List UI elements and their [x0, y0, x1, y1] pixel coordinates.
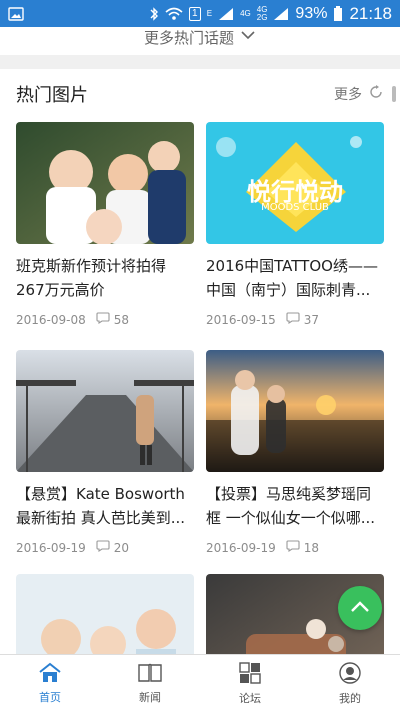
comment-icon [286, 312, 300, 327]
nav-profile-label: 我的 [339, 691, 361, 705]
network-type-e: E [206, 8, 213, 18]
nav-news-label: 新闻 [139, 690, 161, 704]
more-button[interactable]: 更多 [334, 84, 384, 104]
comment-count: 18 [286, 540, 319, 555]
comment-count: 37 [286, 312, 319, 327]
signal-strength-icon [273, 7, 289, 21]
card-title: 【投票】马思纯奚梦瑶同框 一个似仙女一个似哪... [206, 485, 376, 527]
status-bar: 1 E 4G 4G 2G 93% 21:18 [0, 0, 400, 27]
comment-count: 20 [96, 540, 129, 555]
nav-profile[interactable]: 我的 [300, 655, 400, 711]
network-type-4g: 4G [240, 8, 251, 18]
sim-icon: 1 [188, 6, 201, 21]
image-card[interactable]: 班克斯新作预计将拍得267万元高价 2016-09-08 58 [16, 122, 194, 327]
nav-forum-label: 论坛 [239, 691, 261, 705]
comment-icon [96, 540, 110, 555]
card-image: 悦行悦动 MOODS CLUB [206, 122, 384, 244]
bluetooth-icon [149, 6, 159, 22]
refresh-icon [368, 84, 384, 104]
user-icon [338, 661, 362, 688]
section-separator [0, 55, 400, 69]
nav-home-label: 首页 [39, 690, 61, 704]
card-image [16, 574, 194, 654]
card-title: 2016中国TATTOO绣——中国（南宁）国际刺青... [206, 257, 378, 299]
image-card[interactable]: 【投票】马思纯奚梦瑶同框 一个似仙女一个似哪... 2016-09-19 18 [206, 350, 384, 555]
hot-images-header: 热门图片 更多 [0, 69, 400, 119]
card-title: 班克斯新作预计将拍得267万元高价 [16, 257, 167, 299]
grid-icon [238, 661, 262, 688]
scroll-to-top-button[interactable] [338, 586, 382, 630]
book-icon [137, 662, 163, 687]
wifi-icon [165, 7, 183, 21]
nav-forum[interactable]: 论坛 [200, 655, 300, 711]
promo-subtitle: MOODS CLUB [261, 202, 329, 213]
bottom-navigation: 首页 新闻 论坛 我的 [0, 654, 400, 711]
chevron-up-icon [349, 599, 371, 618]
card-meta: 2016-09-15 37 [206, 312, 384, 327]
comment-count: 58 [96, 312, 129, 327]
card-date: 2016-09-19 [16, 540, 86, 555]
nav-home[interactable]: 首页 [0, 655, 100, 711]
home-icon [38, 662, 62, 687]
nav-news[interactable]: 新闻 [100, 655, 200, 711]
comment-icon [286, 540, 300, 555]
more-label: 更多 [334, 87, 362, 103]
section-title: 热门图片 [16, 85, 88, 106]
image-grid: 班克斯新作预计将拍得267万元高价 2016-09-08 58 悦行悦动 MOO… [0, 122, 400, 654]
card-meta: 2016-09-19 18 [206, 540, 384, 555]
card-title: 【悬赏】Kate Bosworth 最新街拍 真人芭比美到... [16, 485, 186, 527]
card-image [16, 350, 194, 472]
card-meta: 2016-09-19 20 [16, 540, 194, 555]
image-card[interactable]: 悦行悦动 MOODS CLUB 2016中国TATTOO绣——中国（南宁）国际刺… [206, 122, 384, 327]
card-date: 2016-09-19 [206, 540, 276, 555]
card-date: 2016-09-15 [206, 312, 276, 327]
image-card[interactable] [16, 574, 194, 654]
card-date: 2016-09-08 [16, 312, 86, 327]
image-icon [8, 6, 24, 21]
card-image [16, 122, 194, 244]
image-card[interactable]: 【悬赏】Kate Bosworth 最新街拍 真人芭比美到... 2016-09… [16, 350, 194, 555]
network-type-4g-2g: 4G 2G [256, 4, 268, 22]
battery-percent: 93% [295, 4, 328, 22]
card-image [206, 350, 384, 472]
more-topics[interactable]: 更多热门话题 [0, 27, 400, 55]
battery-icon [333, 5, 343, 22]
signal-icon [218, 7, 234, 21]
comment-icon [96, 312, 110, 327]
chevron-down-icon [240, 27, 256, 45]
scroll-indicator [392, 86, 396, 102]
time: 21:18 [349, 3, 392, 23]
card-meta: 2016-09-08 58 [16, 312, 194, 327]
more-topics-label: 更多热门话题 [143, 29, 234, 47]
